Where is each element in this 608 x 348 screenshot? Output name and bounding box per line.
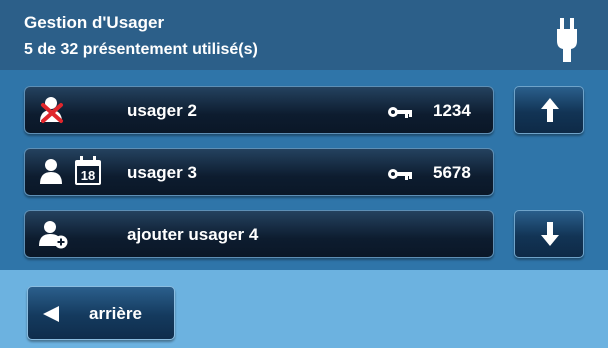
user-management-screen: Gestion d'Usager 5 de 32 présentement ut… [0,0,608,348]
page-title: Gestion d'Usager [24,13,165,32]
user-icon [40,159,62,184]
back-button[interactable]: arrière [27,286,175,340]
page-subtitle: 5 de 32 présentement utilisé(s) [24,41,258,58]
back-button-label: arrière [89,304,142,323]
user-row-usager-2[interactable]: usager 2 1234 [24,86,494,134]
user-row-usager-3[interactable]: 18 usager 3 5678 [24,148,494,196]
add-user-row[interactable]: ajouter usager 4 [24,210,494,258]
key-icon [388,107,412,118]
user-code: 5678 [433,163,471,182]
calendar-icon: 18 [75,156,101,185]
user-code: 1234 [433,101,471,120]
scroll-down-button[interactable] [514,210,584,258]
user-disabled-icon [40,97,63,123]
calendar-day: 18 [81,168,95,183]
user-name: usager 3 [127,163,197,182]
add-user-icon [39,221,68,249]
user-name: usager 2 [127,101,197,120]
arrow-up-icon [541,98,559,122]
key-icon [388,169,412,180]
arrow-down-icon [541,222,559,246]
power-plug-icon [557,18,577,62]
header: Gestion d'Usager 5 de 32 présentement ut… [0,0,608,70]
triangle-left-icon [43,306,59,322]
scroll-up-button[interactable] [514,86,584,134]
add-user-label: ajouter usager 4 [127,225,259,244]
